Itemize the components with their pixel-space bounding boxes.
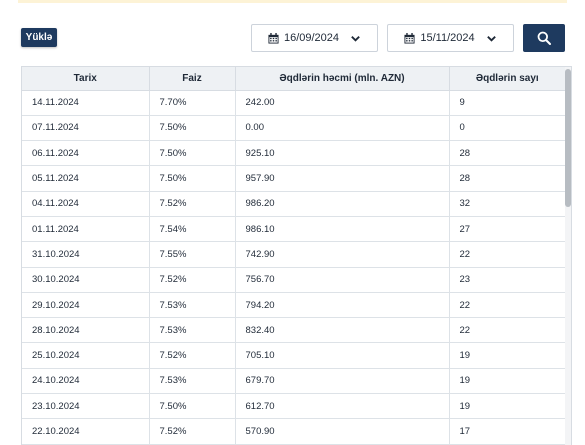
date-to-picker[interactable]: 15/11/2024 xyxy=(387,24,514,52)
table-row: 06.11.2024 7.50% 925.10 28 xyxy=(22,140,565,167)
search-button[interactable] xyxy=(523,24,565,52)
cell-date: 30.10.2024 xyxy=(22,267,150,293)
cell-date: 25.10.2024 xyxy=(22,342,150,369)
search-icon xyxy=(537,31,551,45)
cell-date: 23.10.2024 xyxy=(22,393,150,420)
cell-volume: 742.90 xyxy=(235,241,450,268)
date-to-value: 15/11/2024 xyxy=(420,32,475,44)
cell-volume: 925.10 xyxy=(235,140,450,167)
cell-date: 05.11.2024 xyxy=(22,165,150,192)
cell-volume: 957.90 xyxy=(235,165,450,192)
cell-date: 01.11.2024 xyxy=(22,216,150,243)
cell-count: 19 xyxy=(449,342,565,369)
header-count[interactable]: Əqdlərin sayı xyxy=(449,67,565,91)
cell-volume: 612.70 xyxy=(235,393,450,420)
cell-count: 23 xyxy=(449,267,565,293)
header-volume[interactable]: Əqdlərin həcmi (mln. AZN) xyxy=(235,67,450,91)
cell-volume: 832.40 xyxy=(235,317,450,344)
cell-date: 06.11.2024 xyxy=(22,140,150,167)
table-row: 01.11.2024 7.54% 986.10 27 xyxy=(22,216,565,243)
table-row: 22.10.2024 7.52% 570.90 17 xyxy=(22,418,565,445)
cell-count: 22 xyxy=(449,241,565,268)
table-row: 24.10.2024 7.53% 679.70 19 xyxy=(22,368,565,395)
table-row: 07.11.2024 7.50% 0.00 0 xyxy=(22,115,565,142)
cell-rate: 7.55% xyxy=(149,241,236,268)
cell-volume: 794.20 xyxy=(235,292,450,319)
date-from-picker[interactable]: 16/09/2024 xyxy=(251,24,378,52)
table-scrollbar[interactable] xyxy=(565,67,571,445)
cell-rate: 7.52% xyxy=(149,191,236,217)
cell-rate: 7.50% xyxy=(149,393,236,420)
cell-rate: 7.53% xyxy=(149,368,236,395)
cell-count: 9 xyxy=(449,90,565,116)
table-row: 30.10.2024 7.52% 756.70 23 xyxy=(22,267,565,293)
cell-rate: 7.54% xyxy=(149,216,236,243)
table-row: 23.10.2024 7.50% 612.70 19 xyxy=(22,393,565,420)
cell-rate: 7.50% xyxy=(149,140,236,167)
cell-count: 27 xyxy=(449,216,565,243)
cell-count: 22 xyxy=(449,317,565,344)
cell-rate: 7.50% xyxy=(149,115,236,142)
cell-count: 28 xyxy=(449,140,565,167)
header-date[interactable]: Tarix xyxy=(22,67,150,91)
cell-rate: 7.53% xyxy=(149,292,236,319)
cell-volume: 570.90 xyxy=(235,418,450,445)
scrollbar-thumb[interactable] xyxy=(565,69,571,207)
cell-rate: 7.52% xyxy=(149,342,236,369)
cell-volume: 679.70 xyxy=(235,368,450,395)
cell-date: 14.11.2024 xyxy=(22,90,150,116)
cell-rate: 7.70% xyxy=(149,90,236,116)
header-rate[interactable]: Faiz xyxy=(149,67,236,91)
cell-volume: 986.20 xyxy=(235,191,450,217)
table-row: 29.10.2024 7.53% 794.20 22 xyxy=(22,292,565,319)
cell-count: 28 xyxy=(449,165,565,192)
table-row: 05.11.2024 7.50% 957.90 28 xyxy=(22,165,565,192)
cell-volume: 242.00 xyxy=(235,90,450,116)
table-row: 28.10.2024 7.53% 832.40 22 xyxy=(22,317,565,344)
cell-rate: 7.52% xyxy=(149,267,236,293)
cell-date: 07.11.2024 xyxy=(22,115,150,142)
cell-date: 31.10.2024 xyxy=(22,241,150,268)
toolbar: Yüklə 16/09/2024 15/11/2024 xyxy=(0,0,585,60)
cell-date: 22.10.2024 xyxy=(22,418,150,445)
table-row: 04.11.2024 7.52% 986.20 32 xyxy=(22,191,565,217)
table-row: 31.10.2024 7.55% 742.90 22 xyxy=(22,241,565,268)
rates-table: Tarix Faiz Əqdlərin həcmi (mln. AZN) Əqd… xyxy=(22,67,565,445)
chevron-down-icon xyxy=(351,35,360,42)
date-from-value: 16/09/2024 xyxy=(283,32,340,44)
cell-count: 19 xyxy=(449,393,565,420)
cell-volume: 986.10 xyxy=(235,216,450,243)
table-row: 25.10.2024 7.52% 705.10 19 xyxy=(22,342,565,369)
load-button[interactable]: Yüklə xyxy=(21,28,57,47)
cell-count: 22 xyxy=(449,292,565,319)
cell-count: 32 xyxy=(449,191,565,217)
cell-volume: 0.00 xyxy=(235,115,450,142)
cell-count: 19 xyxy=(449,368,565,395)
cell-rate: 7.53% xyxy=(149,317,236,344)
cell-count: 0 xyxy=(449,115,565,142)
calendar-icon xyxy=(268,32,279,44)
calendar-icon xyxy=(404,32,415,44)
cell-rate: 7.52% xyxy=(149,418,236,445)
cell-date: 04.11.2024 xyxy=(22,191,150,217)
table-header-row: Tarix Faiz Əqdlərin həcmi (mln. AZN) Əqd… xyxy=(22,67,565,91)
cell-count: 17 xyxy=(449,418,565,445)
chevron-down-icon xyxy=(486,35,496,42)
cell-volume: 756.70 xyxy=(235,267,450,293)
cell-volume: 705.10 xyxy=(235,342,450,369)
rates-table-container: Tarix Faiz Əqdlərin həcmi (mln. AZN) Əqd… xyxy=(21,66,572,445)
table-row: 14.11.2024 7.70% 242.00 9 xyxy=(22,90,565,116)
cell-date: 29.10.2024 xyxy=(22,292,150,319)
cell-date: 24.10.2024 xyxy=(22,368,150,395)
cell-rate: 7.50% xyxy=(149,165,236,192)
cell-date: 28.10.2024 xyxy=(22,317,150,344)
